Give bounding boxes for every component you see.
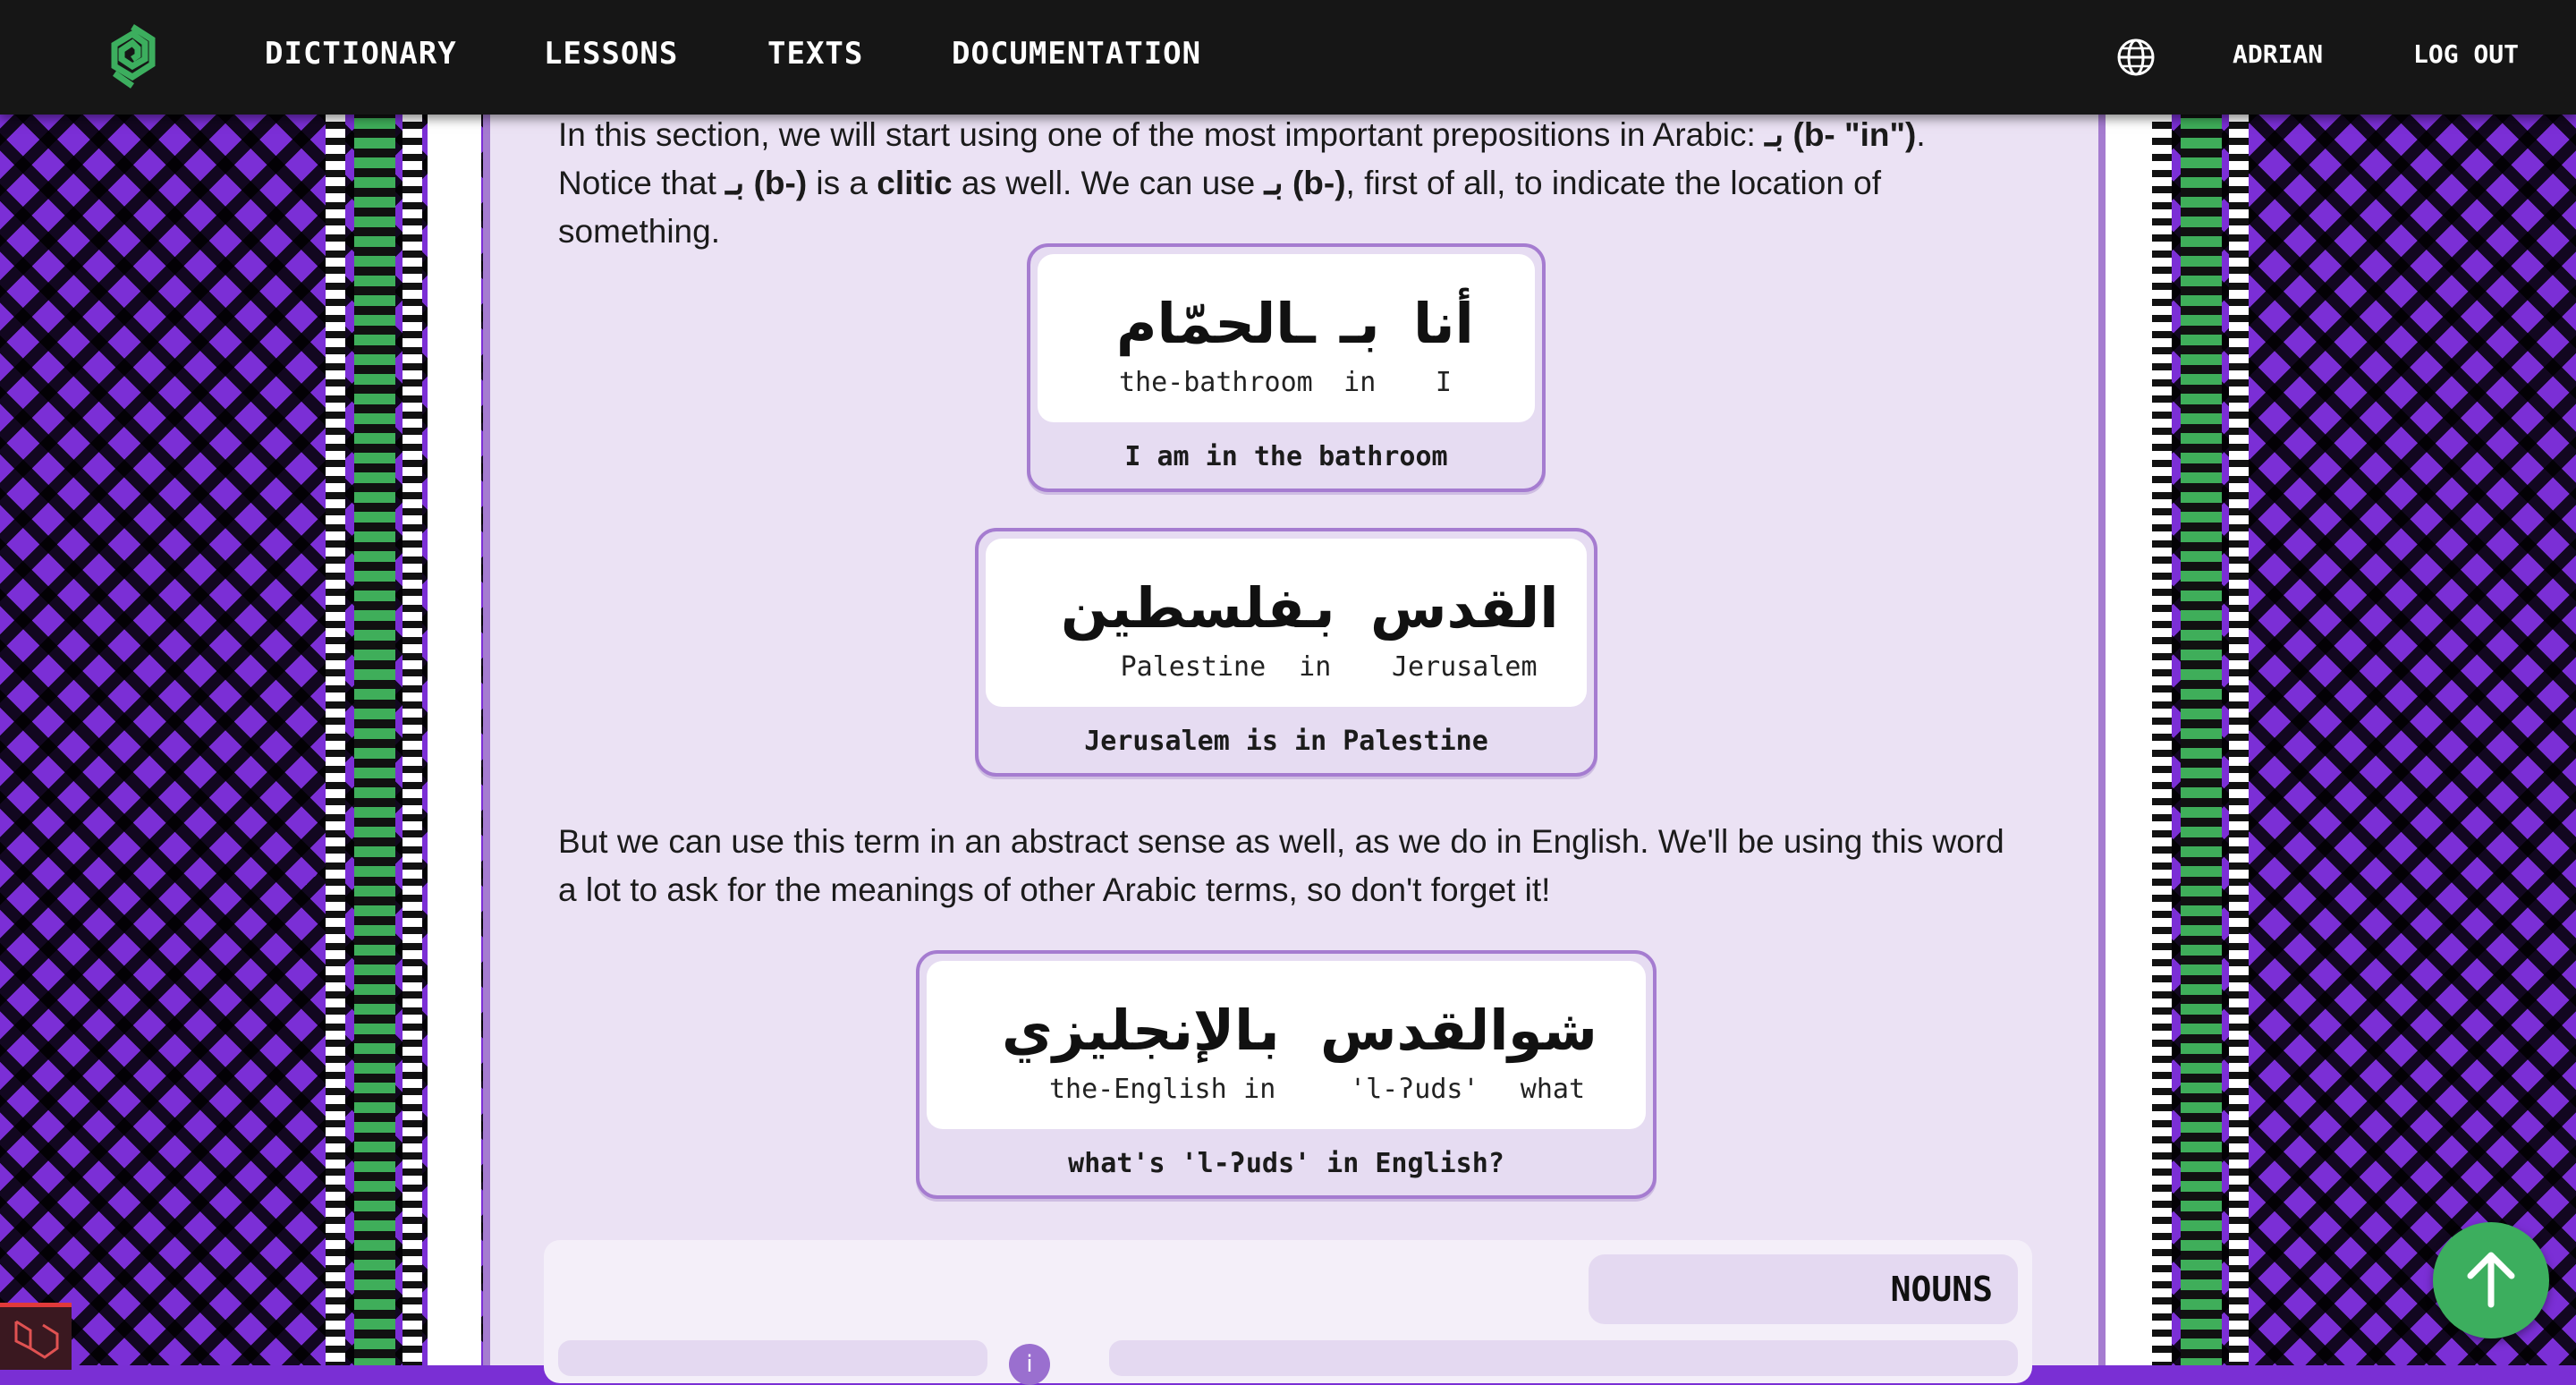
- nav-documentation[interactable]: DOCUMENTATION: [952, 36, 1201, 72]
- decor-stripe: [2152, 0, 2172, 1365]
- example-words: ـفلسطين Palestine بـ in القدس Jerusalem: [986, 539, 1587, 707]
- nouns-field: [1109, 1340, 2018, 1376]
- nav-dictionary[interactable]: DICTIONARY: [265, 36, 457, 72]
- scroll-to-top-button[interactable]: [2433, 1222, 2549, 1338]
- top-navbar: DICTIONARY LESSONS TEXTS DOCUMENTATION A…: [0, 0, 2576, 115]
- example-translation: what's 'l-ʔuds' in English?: [1068, 1148, 1504, 1179]
- decor-stripe: [326, 0, 345, 1365]
- decor-stripe: [354, 0, 395, 1365]
- lesson-paragraph: But we can use this term in an abstract …: [558, 823, 2004, 908]
- lesson-paragraph: In this section, we will start using one…: [558, 116, 1926, 250]
- word-token: ـالإنجليزي the-English: [1002, 998, 1275, 1105]
- example-translation: I am in the bathroom: [1124, 441, 1448, 472]
- example-card: ـفلسطين Palestine بـ in القدس Jerusalem …: [975, 528, 1597, 777]
- spiral-logo-icon[interactable]: [106, 23, 159, 91]
- nouns-heading: NOUNS: [1589, 1254, 2018, 1324]
- nav-lessons[interactable]: LESSONS: [544, 36, 678, 72]
- logout-link[interactable]: LOG OUT: [2413, 39, 2519, 69]
- example-card: ـالحمّام the-bathroom بـ in أنا I I am i…: [1027, 243, 1546, 492]
- example-card: ـالإنجليزي the-English بـ in القدس 'l-ʔu…: [916, 950, 1657, 1199]
- word-token: القدس 'l-ʔuds': [1320, 998, 1509, 1105]
- word-token: بـ in: [1240, 998, 1280, 1105]
- decor-stripe: [428, 0, 481, 1365]
- word-token: أنا I: [1413, 291, 1474, 398]
- word-token: بـ in: [1340, 291, 1380, 398]
- word-token: القدس Jerusalem: [1370, 575, 1559, 683]
- word-token: شو what: [1508, 998, 1597, 1105]
- decor-stripe: [402, 0, 422, 1365]
- globe-icon[interactable]: [2116, 38, 2156, 77]
- laravel-logo-icon: [14, 1320, 59, 1359]
- nav-texts[interactable]: TEXTS: [767, 36, 863, 72]
- decor-stripe: [2181, 0, 2222, 1365]
- nouns-field: [558, 1340, 987, 1376]
- decor-stripe: [2098, 0, 2152, 1365]
- word-token: ـالحمّام the-bathroom: [1116, 291, 1316, 398]
- info-icon[interactable]: i: [1009, 1344, 1050, 1385]
- word-token: ـفلسطين Palestine: [1061, 575, 1326, 683]
- user-name-link[interactable]: ADRIAN: [2233, 39, 2323, 69]
- debug-toolbar-badge[interactable]: [0, 1303, 72, 1370]
- example-words: ـالإنجليزي the-English بـ in القدس 'l-ʔu…: [927, 961, 1646, 1129]
- example-words: ـالحمّام the-bathroom بـ in أنا I: [1038, 254, 1535, 422]
- word-token: بـ in: [1295, 575, 1335, 683]
- arrow-up-icon: [2467, 1252, 2515, 1308]
- example-translation: Jerusalem is in Palestine: [1084, 726, 1488, 757]
- decor-stripe: [2229, 0, 2249, 1365]
